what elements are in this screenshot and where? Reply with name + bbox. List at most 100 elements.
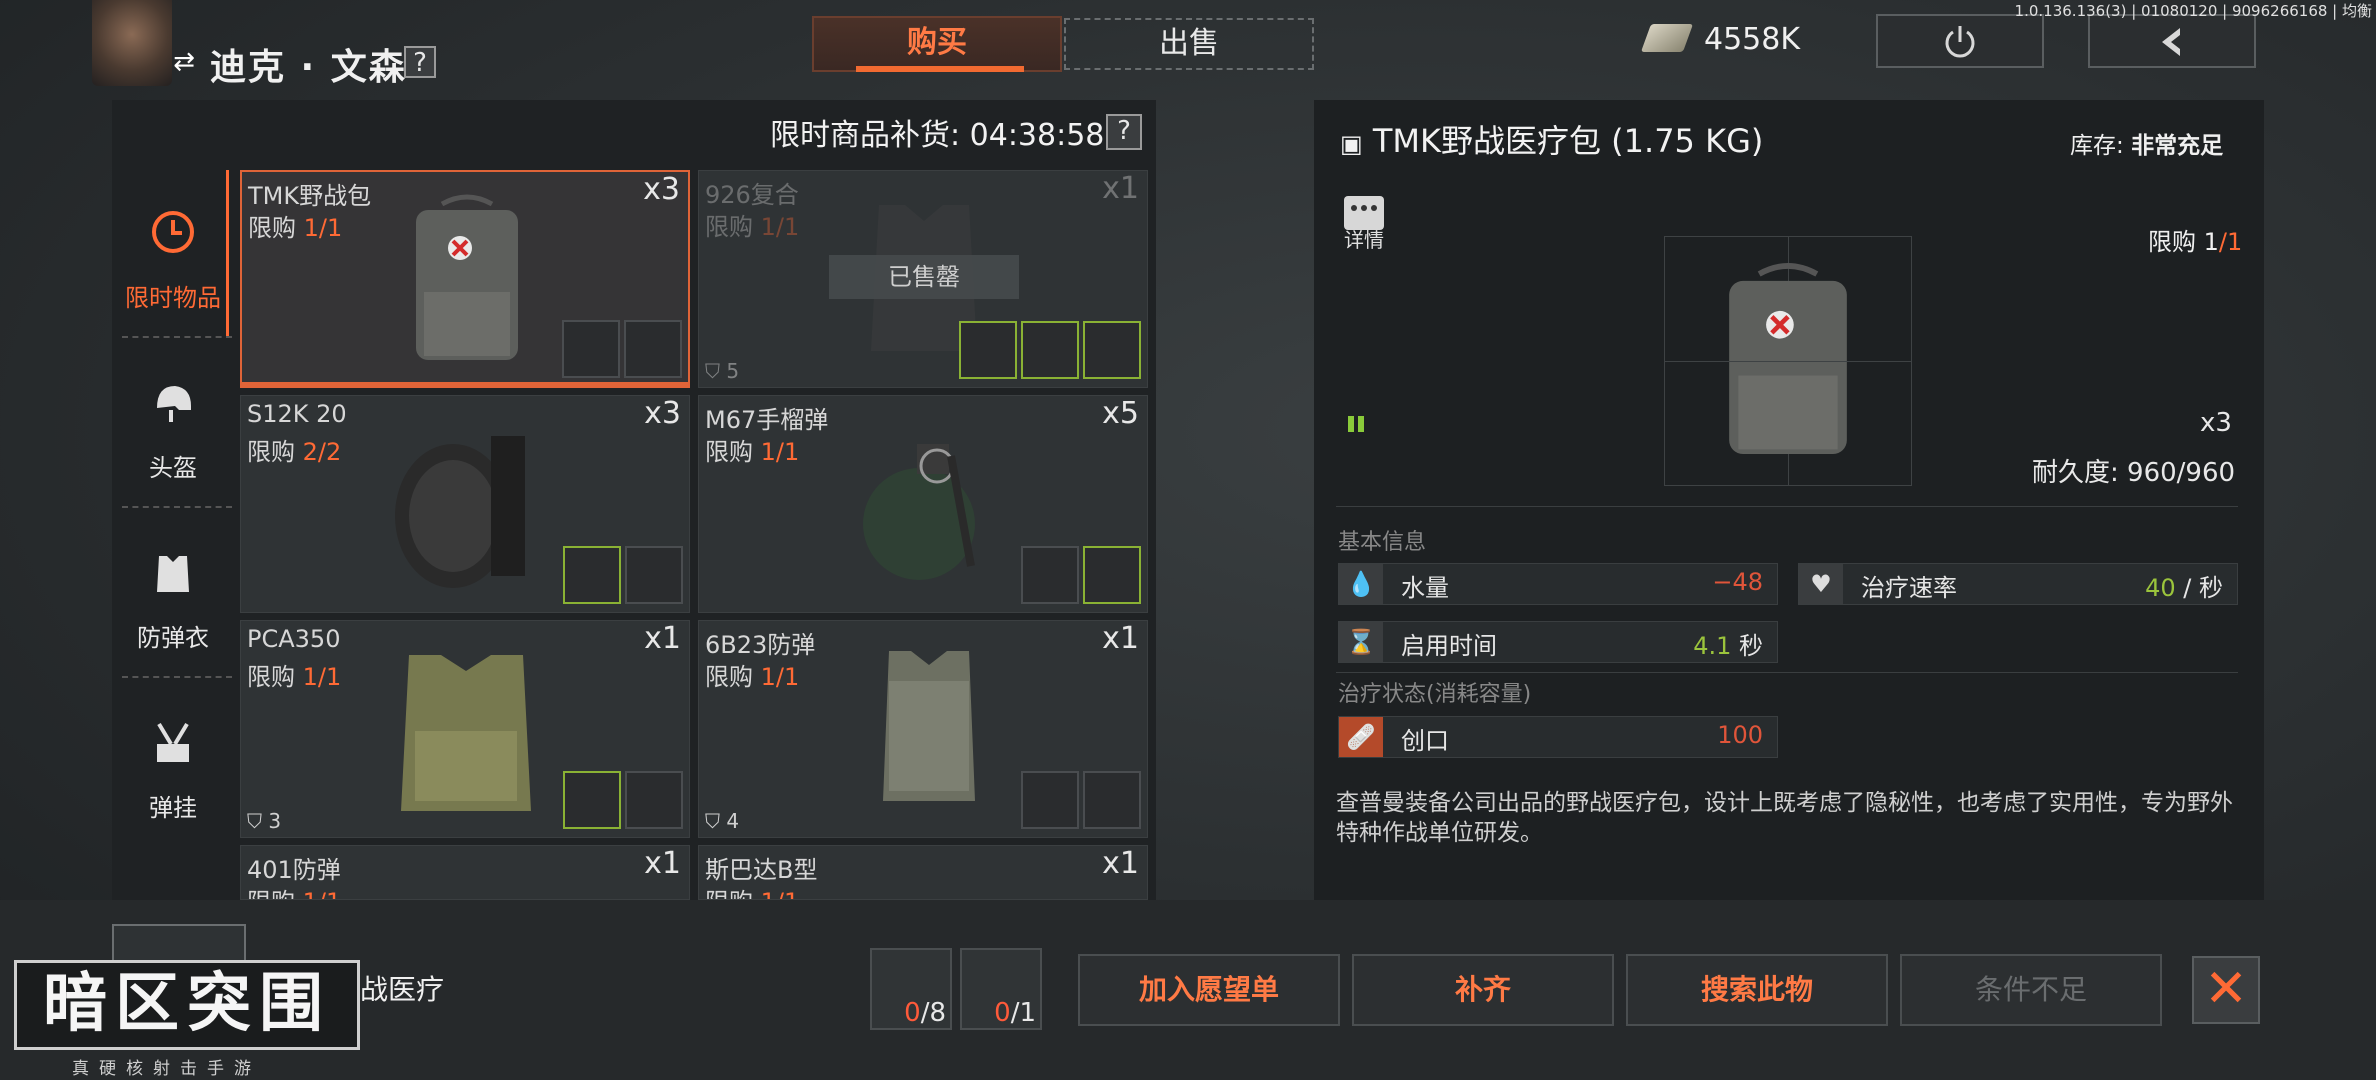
item-quantity: x3 <box>644 396 681 431</box>
item-quantity: x1 <box>1102 846 1139 881</box>
stat-use-time: ⌛ 启用时间 4.1 秒 <box>1338 621 1778 663</box>
attachment-slot[interactable] <box>624 320 682 378</box>
attachment-slot[interactable] <box>1083 321 1141 379</box>
grenade-image <box>863 444 975 580</box>
swap-icon[interactable]: ⇄ <box>170 48 198 76</box>
replenish-button[interactable]: 补齐 <box>1352 954 1614 1026</box>
tab-sell[interactable]: 出售 <box>1064 18 1314 70</box>
restock-help-button[interactable]: ? <box>1106 114 1142 150</box>
shop-item-card[interactable]: TMK野战包 限购 1/1 x3 <box>240 170 690 388</box>
item-name: TMK野战包 <box>248 182 372 210</box>
medkit-bag-image <box>1729 263 1847 454</box>
item-attachment-slots <box>959 321 1141 379</box>
medkit-icon: ▣ <box>1340 130 1363 158</box>
required-item-slot[interactable]: 0/1 <box>960 948 1042 1030</box>
item-preview <box>1664 236 1912 486</box>
bandage-icon: 🩹 <box>1339 717 1383 757</box>
item-quantity: x1 <box>644 846 681 881</box>
shield-icon: ⛉ <box>705 809 720 833</box>
shop-item-card[interactable]: S12K 20 限购 2/2 x3 <box>240 395 690 613</box>
item-quantity: x1 <box>644 621 681 656</box>
item-quantity: x5 <box>1102 396 1139 431</box>
character-avatar[interactable] <box>92 0 172 86</box>
sold-out-label: 已售罄 <box>829 255 1019 299</box>
shop-item-card[interactable]: 斯巴达B型 限购 1/1 x1 <box>698 845 1148 900</box>
details-label[interactable]: 详情 <box>1344 224 1384 253</box>
shield-icon: ⛉ <box>705 359 720 383</box>
shop-item-card[interactable]: 926复合 限购 1/1 x1 已售罄 ⛉ 5 <box>698 170 1148 388</box>
section-basic-info: 基本信息 <box>1338 530 1427 555</box>
category-chest-rig[interactable]: 弹挂 <box>114 678 232 846</box>
tab-buy-indicator <box>856 66 1024 72</box>
item-limit: 限购 1/1 <box>705 882 799 899</box>
item-quantity: x3 <box>2200 408 2232 438</box>
heal-label: 创口 <box>1401 727 1449 755</box>
selected-underline <box>242 382 688 386</box>
attachment-slot[interactable] <box>625 771 683 829</box>
category-label: 弹挂 <box>149 794 197 822</box>
tab-buy[interactable]: 购买 <box>812 16 1062 72</box>
category-helmet[interactable]: 头盔 <box>114 338 232 506</box>
add-to-wishlist-button[interactable]: 加入愿望单 <box>1078 954 1340 1026</box>
hourglass-icon: ⌛ <box>1339 622 1383 662</box>
required-item-slot[interactable]: 0/8 <box>870 948 952 1030</box>
stat-value: 40 / 秒 <box>2145 574 2223 602</box>
back-arrow-icon <box>2162 28 2180 56</box>
armor-level: ⛉ 4 <box>705 809 740 833</box>
attachment-slot[interactable] <box>1021 546 1079 604</box>
item-description: 查普曼装备公司出品的野战医疗包，设计上既考虑了隐秘性，也考虑了实用性，专为野外特… <box>1336 790 2233 846</box>
close-icon[interactable]: ✕ <box>2192 956 2260 1024</box>
item-quantity: x1 <box>1102 171 1139 206</box>
divider <box>1336 672 2238 673</box>
power-icon <box>1945 26 1975 58</box>
attachment-slot[interactable] <box>625 546 683 604</box>
conditions-unmet-button[interactable]: 条件不足 <box>1900 954 2162 1026</box>
attachment-slot[interactable] <box>1021 321 1079 379</box>
attachment-slot[interactable] <box>562 320 620 378</box>
back-button[interactable] <box>2088 14 2256 68</box>
search-item-button[interactable]: 搜索此物 <box>1626 954 1888 1026</box>
shop-item-card[interactable]: M67手榴弹 限购 1/1 x5 <box>698 395 1148 613</box>
shield-icon: ⛉ <box>247 809 262 833</box>
stock-status: 库存: 非常充足 <box>2070 133 2224 159</box>
attachment-slot[interactable] <box>563 546 621 604</box>
attachment-slot[interactable] <box>1083 771 1141 829</box>
item-attachment-slots <box>1021 546 1141 604</box>
version-text: 1.0.136.136(3) | 01080120 | 9096266168 |… <box>2014 2 2372 20</box>
item-limit: 限购 1/1 <box>247 882 341 899</box>
item-attachment-slots <box>1021 771 1141 829</box>
stat-label: 治疗速率 <box>1861 574 1957 602</box>
category-limited[interactable]: 限时物品 <box>114 168 232 336</box>
cash-icon <box>1640 24 1694 52</box>
power-button[interactable] <box>1876 14 2044 68</box>
attachment-slot[interactable] <box>563 771 621 829</box>
item-limit: 限购 1/1 <box>705 663 800 691</box>
purchase-limit: 限购 1/1 <box>2148 228 2243 256</box>
attachment-slot[interactable] <box>959 321 1017 379</box>
shop-item-card[interactable]: 6B23防弹 限购 1/1 x1 ⛉ 4 <box>698 620 1148 838</box>
help-button[interactable]: ? <box>404 46 436 78</box>
water-drop-icon: 💧 <box>1339 564 1383 604</box>
required-count: 0/8 <box>904 998 946 1028</box>
item-limit: 限购 2/2 <box>247 438 342 466</box>
item-attachment-slots <box>563 771 683 829</box>
attachment-slot[interactable] <box>1083 546 1141 604</box>
shop-item-card[interactable]: 401防弹 限购 1/1 x1 <box>240 845 690 900</box>
item-detail-panel <box>1314 100 2264 900</box>
item-name: PCA350 <box>247 625 341 653</box>
game-logo-tagline: 真硬核射击手游 <box>72 1059 261 1079</box>
item-attachment-slots <box>562 320 682 378</box>
section-heal-status: 治疗状态(消耗容量) <box>1338 682 1532 707</box>
attachment-slot[interactable] <box>1021 771 1079 829</box>
item-limit: 限购 1/1 <box>247 663 342 691</box>
item-name: 401防弹 <box>247 856 341 884</box>
clock-icon <box>143 208 203 268</box>
helmet-icon <box>143 378 203 438</box>
category-label: 限时物品 <box>125 284 221 312</box>
grid-size-icon <box>1348 416 1364 432</box>
shop-item-card[interactable]: PCA350 限购 1/1 x1 ⛉ 3 <box>240 620 690 838</box>
category-label: 头盔 <box>149 454 197 482</box>
category-vest[interactable]: 防弹衣 <box>114 508 232 676</box>
stat-heal-rate: ♥ 治疗速率 40 / 秒 <box>1798 563 2238 605</box>
required-count: 0/1 <box>994 998 1036 1028</box>
